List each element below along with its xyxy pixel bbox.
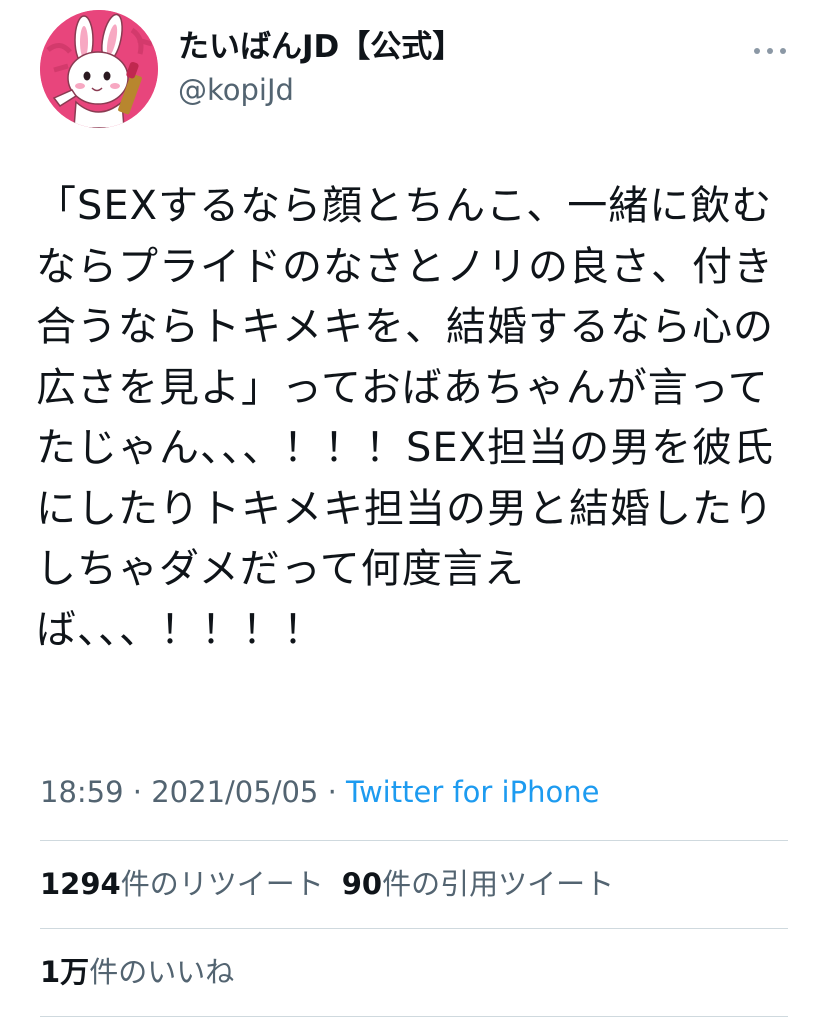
likes-stat[interactable]: 1万件のいいね xyxy=(40,954,234,990)
divider xyxy=(40,1016,788,1017)
tweet-time[interactable]: 18:59 xyxy=(40,775,124,809)
tweet-date[interactable]: 2021/05/05 xyxy=(151,775,318,809)
quotes-count: 90 xyxy=(341,867,383,901)
more-dot-icon xyxy=(754,48,760,54)
tweet-body-text: 「SEXするなら顔とちんこ、一緒に飲むならプライドのなさとノリの良さ、付き合うな… xyxy=(36,183,775,653)
retweets-label: 件のリツイート xyxy=(120,867,324,901)
display-name[interactable]: たいばんJD【公式】 xyxy=(178,28,463,66)
more-dot-icon xyxy=(767,48,773,54)
rabbit-mascot-avatar-icon[interactable] xyxy=(40,10,158,128)
more-options-button[interactable] xyxy=(748,36,792,66)
tweet-detail: たいばんJD【公式】 @kopiJd 「SEXするなら顔とちんこ、一緒に飲むなら… xyxy=(0,0,824,1024)
retweets-count: 1294 xyxy=(40,867,121,901)
tweet-meta: 18:59 · 2021/05/05 · Twitter for iPhone xyxy=(40,774,599,810)
engagement-stats-row: 1294件のリツイート 90件の引用ツイート xyxy=(40,866,632,902)
divider xyxy=(40,928,788,929)
likes-count: 1万 xyxy=(40,955,90,989)
likes-label: 件のいいね xyxy=(89,955,235,989)
user-handle[interactable]: @kopiJd xyxy=(178,72,294,108)
quotes-label: 件の引用ツイート xyxy=(382,867,615,901)
meta-separator: · xyxy=(327,775,347,809)
retweets-stat[interactable]: 1294件のリツイート xyxy=(40,866,324,902)
more-dot-icon xyxy=(780,48,786,54)
divider xyxy=(40,840,788,841)
tweet-source-link[interactable]: Twitter for iPhone xyxy=(346,775,599,809)
likes-stats-row: 1万件のいいね xyxy=(40,954,252,990)
meta-separator: · xyxy=(132,775,152,809)
quotes-stat[interactable]: 90件の引用ツイート xyxy=(342,866,614,902)
